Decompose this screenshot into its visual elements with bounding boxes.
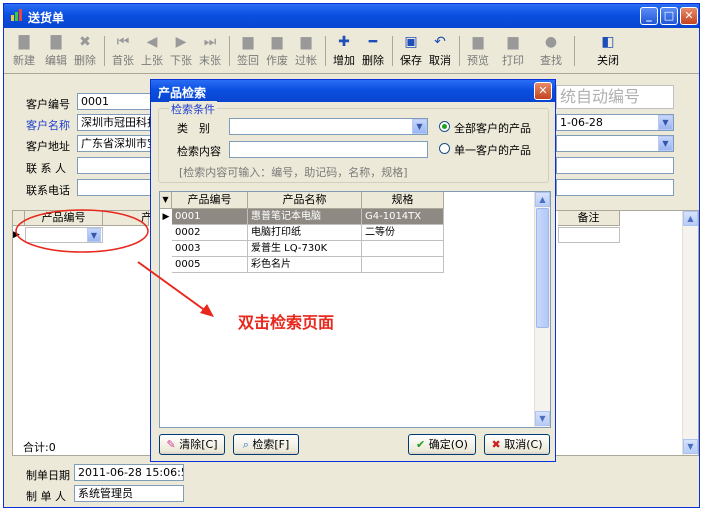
annotation-text: 双击检索页面 xyxy=(238,313,335,332)
annotation-arrow-head xyxy=(200,304,214,317)
annotation-arrow-line xyxy=(137,261,211,315)
annotation-overlay xyxy=(15,209,214,317)
highlight-ellipse xyxy=(15,209,149,253)
